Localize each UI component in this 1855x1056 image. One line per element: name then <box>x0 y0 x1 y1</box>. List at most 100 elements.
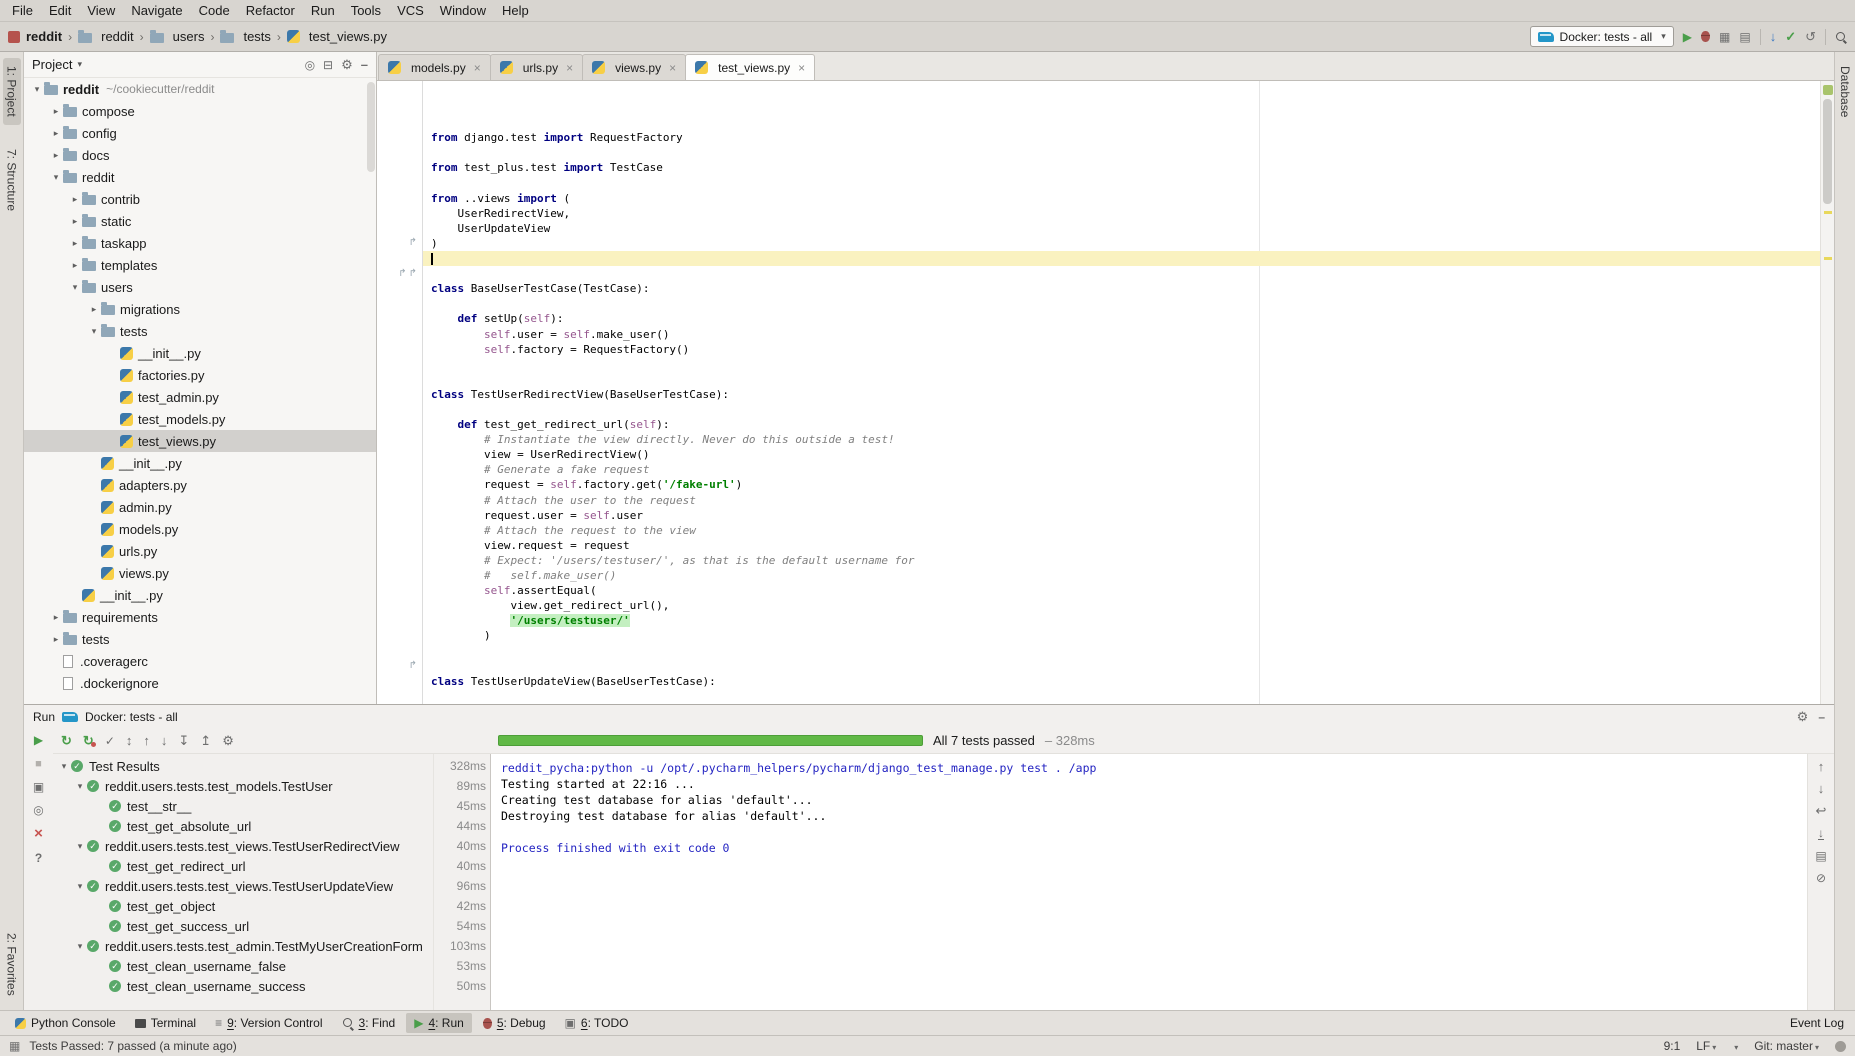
chevron-down-icon[interactable]: ▾ <box>77 59 82 70</box>
breadcrumb-item[interactable]: users <box>150 29 205 44</box>
expand-arrow[interactable]: ▸ <box>68 216 82 227</box>
pin-tab-icon[interactable] <box>33 803 43 816</box>
tree-item[interactable]: factories.py <box>24 364 376 386</box>
print-icon[interactable] <box>1815 849 1826 862</box>
hide-panel-icon[interactable] <box>361 58 368 71</box>
tree-item[interactable]: ▸contrib <box>24 188 376 210</box>
close-icon[interactable] <box>34 826 43 841</box>
tree-item[interactable]: urls.py <box>24 540 376 562</box>
run-button[interactable] <box>1683 30 1692 43</box>
expand-arrow[interactable]: ▸ <box>68 238 82 249</box>
expand-arrow[interactable]: ▾ <box>73 881 87 892</box>
editor-tab[interactable]: models.py× <box>378 54 491 80</box>
scroll-to-end-icon[interactable] <box>1818 826 1824 840</box>
coverage-button[interactable] <box>1719 30 1730 43</box>
run-gutter-icon[interactable]: ↱ <box>409 269 417 279</box>
close-tab-icon[interactable]: × <box>474 61 481 75</box>
prev-occurrence-icon[interactable] <box>1818 760 1825 773</box>
expand-arrow[interactable]: ▾ <box>73 841 87 852</box>
tree-item[interactable]: ▸migrations <box>24 298 376 320</box>
expand-arrow[interactable]: ▸ <box>87 304 101 315</box>
vcs-commit-button[interactable] <box>1785 30 1796 43</box>
toolwindow-button[interactable]: 9: Version Control <box>207 1013 330 1033</box>
rerun-button[interactable] <box>34 733 43 746</box>
tree-item[interactable]: test_views.py <box>24 430 376 452</box>
code-text[interactable]: from django.test import RequestFactoryfr… <box>423 81 1820 704</box>
test-item[interactable]: test_get_success_url54ms <box>53 916 490 936</box>
tree-item[interactable]: ▸compose <box>24 100 376 122</box>
expand-arrow[interactable]: ▾ <box>73 941 87 952</box>
toolwindow-button[interactable]: 3: Find <box>334 1013 404 1033</box>
tool-button-database[interactable]: Database <box>1836 58 1854 125</box>
sort-alphabetically-icon[interactable] <box>126 734 133 747</box>
restore-layout-icon[interactable] <box>33 780 44 793</box>
run-gutter-icon[interactable]: ↱ <box>409 238 417 248</box>
run-gutter-icon[interactable]: ↱ <box>409 661 417 671</box>
panel-settings-icon[interactable] <box>341 58 353 71</box>
line-separator-select[interactable]: LF▾ <box>1696 1039 1716 1053</box>
hide-run-panel-icon[interactable] <box>1818 711 1825 723</box>
run-gutter-icon[interactable]: ↱ <box>398 269 406 279</box>
vcs-history-button[interactable] <box>1805 30 1816 43</box>
expand-arrow[interactable]: ▸ <box>49 106 63 117</box>
tree-item[interactable]: ▾reddit~/cookiecutter/reddit <box>24 78 376 100</box>
toolwindow-button[interactable]: 4: Run <box>406 1013 472 1033</box>
test-item[interactable]: test_get_absolute_url44ms <box>53 816 490 836</box>
tree-item[interactable]: models.py <box>24 518 376 540</box>
soft-wrap-icon[interactable] <box>1816 804 1827 817</box>
tree-item[interactable]: __init__.py <box>24 452 376 474</box>
tree-item[interactable]: ▸taskapp <box>24 232 376 254</box>
tree-item[interactable]: views.py <box>24 562 376 584</box>
menu-tools[interactable]: Tools <box>343 1 389 20</box>
test-suite[interactable]: ▾Test Results328ms <box>53 756 490 776</box>
tree-item[interactable]: ▸static <box>24 210 376 232</box>
menu-help[interactable]: Help <box>494 1 537 20</box>
close-tab-icon[interactable]: × <box>798 61 805 75</box>
tree-item[interactable]: ▾reddit <box>24 166 376 188</box>
hide-passed-icon[interactable] <box>105 734 115 747</box>
tree-item[interactable]: ▸requirements <box>24 606 376 628</box>
tool-button-project[interactable]: 1: Project <box>3 58 21 125</box>
import-results-icon[interactable] <box>178 734 189 747</box>
tree-item[interactable]: __init__.py <box>24 342 376 364</box>
search-everywhere-button[interactable] <box>1835 31 1847 43</box>
editor-tab[interactable]: test_views.py× <box>685 54 815 80</box>
previous-failed-test-icon[interactable] <box>143 734 150 747</box>
menu-window[interactable]: Window <box>432 1 494 20</box>
editor-tab[interactable]: urls.py× <box>490 54 583 80</box>
test-item[interactable]: test_get_object42ms <box>53 896 490 916</box>
expand-arrow[interactable]: ▾ <box>30 84 44 95</box>
expand-arrow[interactable]: ▸ <box>68 260 82 271</box>
menu-refactor[interactable]: Refactor <box>238 1 303 20</box>
breadcrumb-item[interactable]: test_views.py <box>287 29 387 44</box>
tree-item[interactable]: __init__.py <box>24 584 376 606</box>
tree-item[interactable]: ▾tests <box>24 320 376 342</box>
vcs-update-button[interactable] <box>1770 30 1777 43</box>
project-view-title[interactable]: Project <box>32 57 72 72</box>
menu-edit[interactable]: Edit <box>41 1 79 20</box>
menu-code[interactable]: Code <box>191 1 238 20</box>
tree-item[interactable]: ▸templates <box>24 254 376 276</box>
expand-arrow[interactable]: ▸ <box>49 634 63 645</box>
tree-item[interactable]: ▸tests <box>24 628 376 650</box>
expand-arrow[interactable]: ▸ <box>68 194 82 205</box>
breadcrumb-item[interactable]: reddit <box>8 29 62 44</box>
export-results-icon[interactable] <box>200 734 211 747</box>
tree-item[interactable]: ▸config <box>24 122 376 144</box>
test-item[interactable]: test__str__45ms <box>53 796 490 816</box>
tree-item[interactable]: test_models.py <box>24 408 376 430</box>
warning-stripe-mark[interactable] <box>1824 257 1832 260</box>
test-suite[interactable]: ▾reddit.users.tests.test_views.TestUserU… <box>53 876 490 896</box>
test-suite[interactable]: ▾reddit.users.tests.test_models.TestUser… <box>53 776 490 796</box>
expand-arrow[interactable]: ▸ <box>49 612 63 623</box>
debug-button[interactable] <box>1701 31 1710 42</box>
tree-item[interactable]: adapters.py <box>24 474 376 496</box>
encoding-select[interactable]: ▾ <box>1732 1039 1738 1053</box>
expand-arrow[interactable]: ▸ <box>49 150 63 161</box>
toolwindow-button[interactable]: 5: Debug <box>475 1013 554 1033</box>
toolwindow-button[interactable]: 6: TODO <box>557 1013 637 1033</box>
code-editor[interactable]: ↱↱↱↱ from django.test import RequestFact… <box>377 81 1834 704</box>
status-message[interactable]: Tests Passed: 7 passed (a minute ago) <box>29 1039 236 1053</box>
expand-arrow[interactable]: ▾ <box>57 761 71 772</box>
expand-arrow[interactable]: ▾ <box>73 781 87 792</box>
